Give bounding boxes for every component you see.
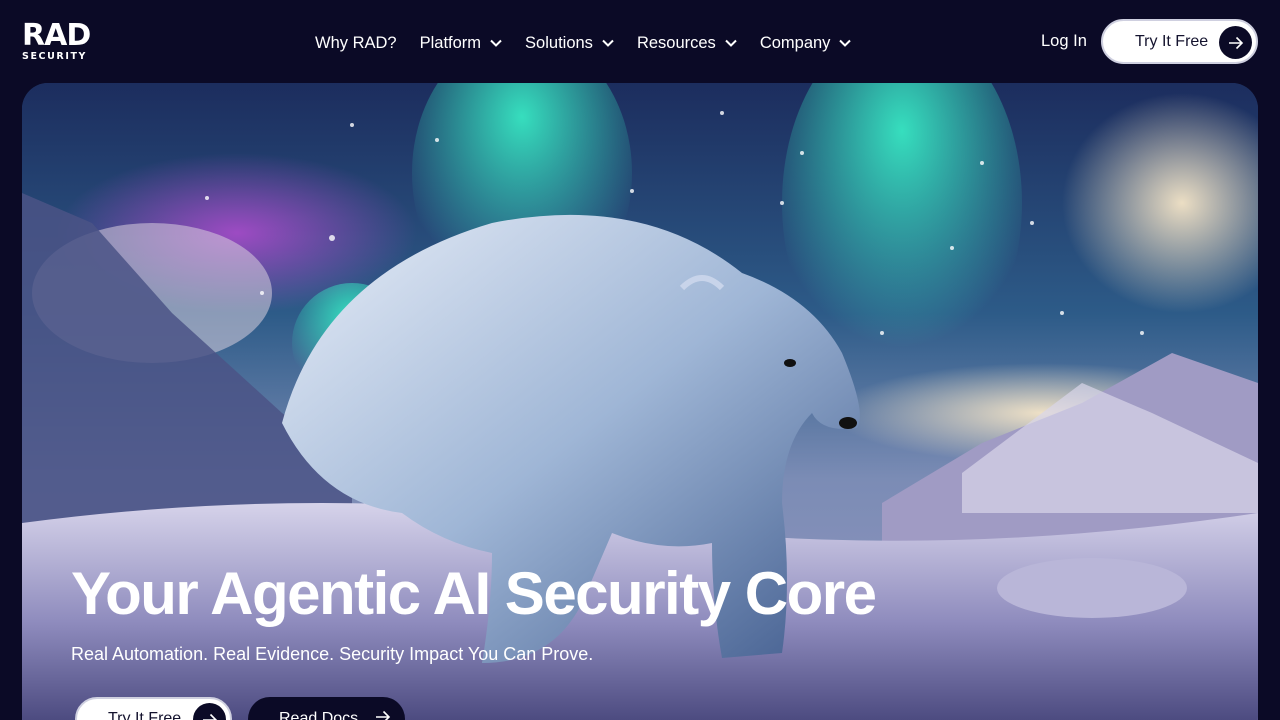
rad-security-logo[interactable]: RAD SECURITY — [22, 18, 104, 63]
nav-item-label: Company — [759, 33, 831, 52]
arrow-right-icon — [1219, 26, 1252, 59]
nav-item-why-rad[interactable]: Why RAD? — [315, 34, 397, 53]
nav-item-label: Platform — [419, 33, 482, 52]
read-docs-button[interactable]: Read Docs — [248, 697, 405, 720]
nav-item-label: Why RAD? — [315, 33, 397, 52]
nav-item-label: Solutions — [525, 33, 593, 52]
hero-section: Your Agentic AI Security Core Real Autom… — [22, 83, 1258, 720]
chevron-down-icon — [602, 39, 614, 47]
logo-subtitle: SECURITY — [22, 51, 88, 62]
nav-item-solutions[interactable]: Solutions — [525, 34, 614, 53]
login-link[interactable]: Log In — [1041, 32, 1087, 51]
main-nav: Why RAD? Platform Solutions Resources Co… — [315, 31, 874, 55]
button-label: Try It Free — [1135, 32, 1209, 50]
nav-item-label: Resources — [636, 33, 716, 52]
try-it-free-button[interactable]: Try It Free — [1101, 19, 1258, 64]
hero-title: Your Agentic AI Security Core — [71, 560, 877, 627]
arrow-right-icon — [376, 710, 391, 720]
nav-item-company[interactable]: Company — [760, 34, 852, 53]
button-label: Try It Free — [108, 710, 182, 720]
nav-item-platform[interactable]: Platform — [420, 34, 502, 53]
arrow-right-icon — [193, 703, 226, 720]
nav-item-resources[interactable]: Resources — [637, 34, 737, 53]
chevron-down-icon — [725, 39, 737, 47]
hero-subtitle: Real Automation. Real Evidence. Security… — [71, 644, 594, 664]
chevron-down-icon — [490, 39, 502, 47]
button-label: Read Docs — [279, 710, 359, 720]
chevron-down-icon — [839, 39, 852, 47]
logo-wordmark: RAD — [22, 18, 91, 53]
hero-try-it-free-button[interactable]: Try It Free — [75, 697, 232, 720]
site-header: RAD SECURITY Why RAD? Platform Solutions… — [0, 0, 1280, 83]
